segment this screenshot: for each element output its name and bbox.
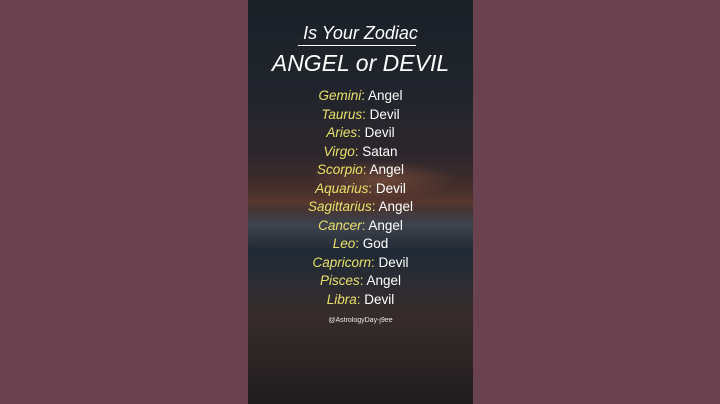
sign-verdict: Angel: [368, 217, 403, 233]
list-item: Sagittarius: Angel: [307, 199, 414, 214]
list-item: Aquarius: Devil: [315, 180, 406, 196]
sign-verdict: Devil: [369, 106, 400, 122]
list-item: Cancer: Angel: [318, 217, 403, 233]
sign-name: Libra: [326, 291, 357, 307]
sign-name: Leo: [332, 236, 356, 251]
list-item: Pisces: Angel: [319, 273, 402, 288]
zodiac-card: Is Your Zodiac ANGEL or DEVIL Gemini: An…: [248, 0, 473, 404]
zodiac-list: Gemini: Angel Taurus: Devil Aries: Devil…: [248, 87, 473, 309]
sign-verdict: Devil: [364, 125, 395, 140]
sign-verdict: Angel: [369, 162, 405, 177]
video-frame: Is Your Zodiac ANGEL or DEVIL Gemini: An…: [0, 0, 720, 404]
list-item: Aries: Devil: [326, 125, 395, 140]
sign-verdict: Devil: [364, 291, 395, 307]
sign-verdict: Angel: [378, 199, 414, 214]
sign-verdict: Angel: [366, 273, 402, 288]
sign-name: Taurus: [321, 106, 363, 122]
sign-name: Sagittarius: [307, 199, 372, 214]
sign-name: Cancer: [318, 217, 362, 233]
list-item: Capricorn: Devil: [312, 254, 409, 270]
sign-name: Aries: [326, 125, 358, 140]
sign-verdict: Satan: [362, 143, 398, 159]
list-item: Taurus: Devil: [321, 106, 400, 122]
sign-verdict: Devil: [375, 180, 406, 196]
list-item: Scorpio: Angel: [316, 162, 405, 177]
sign-verdict: Angel: [368, 88, 403, 103]
sign-name: Pisces: [319, 273, 360, 288]
title-line-1: Is Your Zodiac: [303, 23, 418, 43]
sign-name: Scorpio: [316, 162, 363, 177]
sign-name: Virgo: [323, 143, 355, 159]
sign-name: Aquarius: [315, 180, 369, 196]
list-item: Gemini: Angel: [318, 88, 403, 103]
list-item: Leo: God: [332, 236, 389, 251]
sign-name: Gemini: [318, 88, 362, 103]
sign-name: Capricorn: [312, 254, 371, 270]
list-item: Virgo: Satan: [323, 143, 398, 159]
list-item: Libra: Devil: [326, 291, 395, 307]
title-line-2: ANGEL or DEVIL: [271, 50, 450, 76]
sign-verdict: God: [362, 236, 389, 251]
title-divider: [298, 45, 416, 46]
channel-handle: @AstrologyDay-j9ee: [328, 317, 393, 324]
sign-verdict: Devil: [378, 254, 409, 270]
